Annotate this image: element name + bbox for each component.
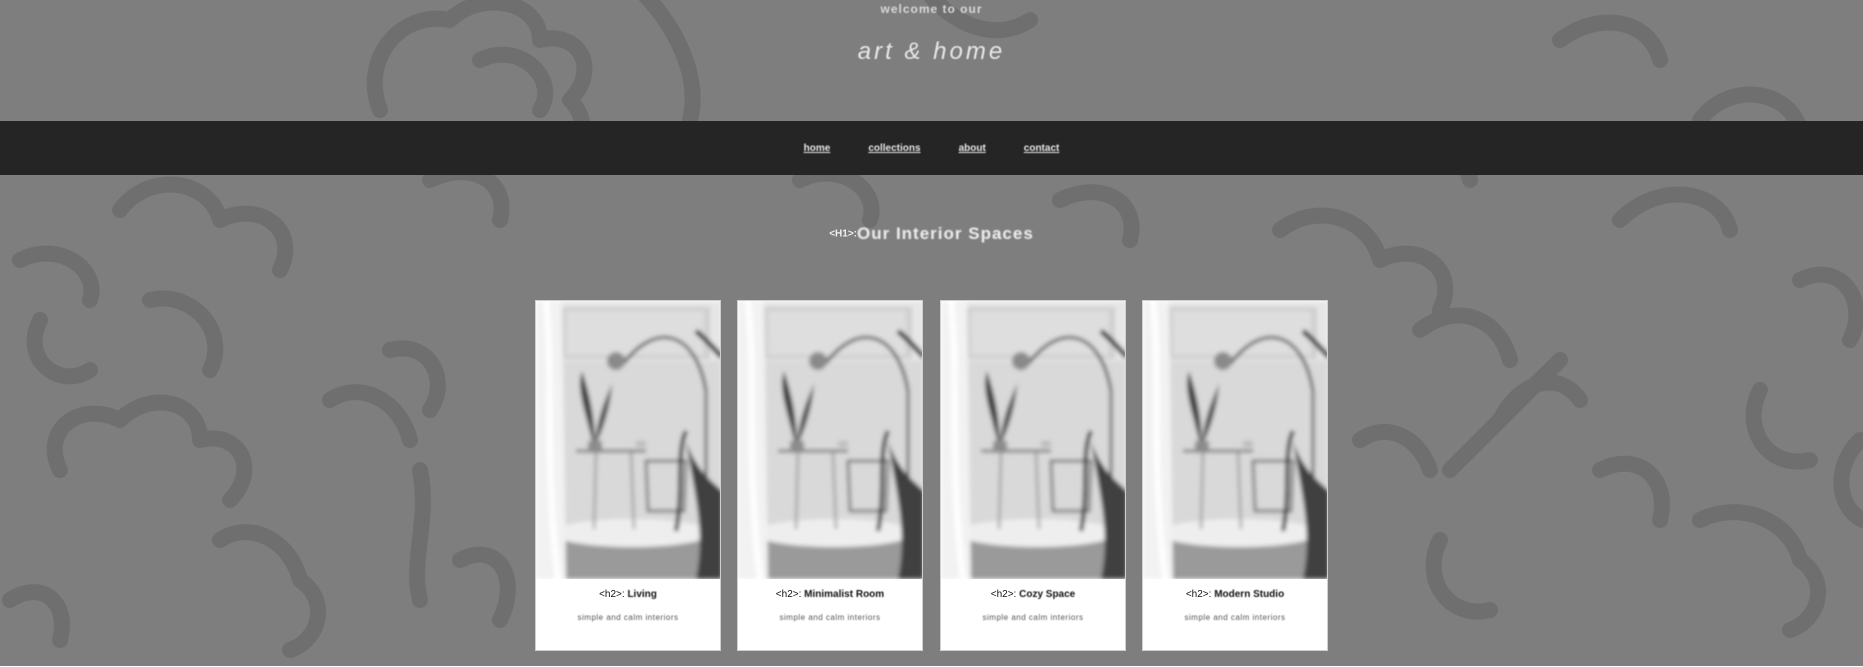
nav-link-home[interactable]: home: [804, 143, 831, 154]
card-title[interactable]: Living: [627, 589, 656, 600]
card-heading: <h2>: Modern Studio: [1143, 589, 1327, 600]
card-heading: <h2>: Living: [536, 589, 720, 600]
card-image[interactable]: [1143, 301, 1327, 579]
page: welcome to our art & home home collectio…: [0, 0, 1863, 667]
card[interactable]: <h2>: Minimalist Room simple and calm in…: [737, 300, 923, 651]
card-heading: <h2>: Minimalist Room: [738, 589, 922, 600]
card[interactable]: <h2>: Living simple and calm interiors: [535, 300, 721, 651]
site-header: welcome to our art & home: [0, 0, 1863, 121]
living-room-photo: [1143, 301, 1327, 579]
card-heading-tag: <h2>:: [990, 589, 1017, 600]
card-heading-tag: <h2>:: [599, 589, 625, 600]
card-description: simple and calm interiors: [982, 613, 1084, 622]
card[interactable]: <h2>: Modern Studio simple and calm inte…: [1142, 300, 1328, 651]
living-room-photo: [738, 301, 922, 579]
card-title[interactable]: Cozy Space: [1019, 589, 1075, 600]
card-description: simple and calm interiors: [1184, 613, 1286, 622]
card-heading-tag: <h2>:: [1185, 589, 1212, 600]
card-description: simple and calm interiors: [577, 613, 679, 622]
nav-link-about[interactable]: about: [959, 143, 986, 154]
card-heading: <h2>: Cozy Space: [941, 589, 1125, 600]
hero-heading: <H1>:Our Interior Spaces: [0, 224, 1863, 244]
main-navbar: home collections about contact: [0, 121, 1863, 175]
hero-tag: <H1>:: [829, 228, 857, 240]
card-image[interactable]: [738, 301, 922, 579]
nav-links: home collections about contact: [0, 121, 1863, 175]
card[interactable]: <h2>: Cozy Space simple and calm interio…: [940, 300, 1126, 651]
site-kicker: welcome to our: [880, 2, 983, 16]
card-title[interactable]: Minimalist Room: [804, 589, 884, 600]
nav-link-collections[interactable]: collections: [868, 143, 920, 154]
card-description: simple and calm interiors: [779, 613, 881, 622]
card-heading-tag: <h2>:: [775, 589, 802, 600]
card-grid: <h2>: Living simple and calm interiors <…: [535, 300, 1329, 652]
card-image[interactable]: [536, 301, 720, 579]
nav-link-contact[interactable]: contact: [1024, 143, 1060, 154]
living-room-photo: [941, 301, 1125, 579]
page-title: Our Interior Spaces: [857, 224, 1034, 243]
site-title[interactable]: art & home: [0, 38, 1863, 66]
living-room-photo: [536, 301, 720, 579]
card-image[interactable]: [941, 301, 1125, 579]
card-title[interactable]: Modern Studio: [1214, 589, 1284, 600]
